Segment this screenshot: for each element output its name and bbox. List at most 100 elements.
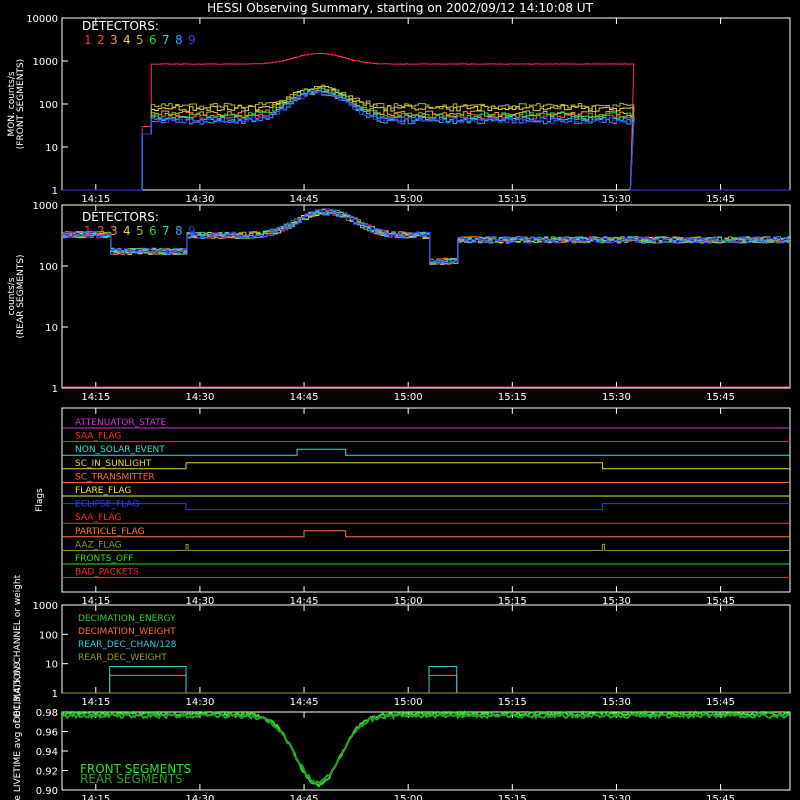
x-tick-label: 14:45 [290, 194, 319, 205]
x-tick-label: 15:30 [602, 194, 631, 205]
detector-9-front-line [62, 90, 790, 191]
x-tick-label: 14:15 [81, 392, 110, 403]
x-tick-label: 14:30 [186, 194, 215, 205]
legend-title: DETECTORS: [82, 210, 159, 224]
legend-detector-2: 2 [97, 224, 105, 238]
legend-detector-7: 7 [162, 33, 170, 47]
legend-detector-5: 5 [136, 33, 144, 47]
detector-5-front-line [62, 84, 790, 191]
y-axis-label-5: Mon. Rate LIVETIME avg of D1,3,4,5,6,9 [13, 661, 23, 800]
y-tick-label: 1 [52, 186, 58, 197]
flag-line-non-solar-event [62, 448, 790, 456]
x-tick-label: 14:30 [186, 794, 215, 800]
x-tick-label: 15:00 [394, 194, 423, 205]
flag-line-sc-in-sunlight [62, 462, 790, 470]
legend-detector-9: 9 [188, 33, 196, 47]
flag-line-eclipse-flag [62, 503, 790, 511]
y-tick-label: 0.96 [36, 728, 58, 739]
legend-detector-1: 1 [84, 224, 92, 238]
y-tick-label: 0.98 [36, 708, 58, 719]
y-tick-label: 1 [52, 689, 58, 700]
x-tick-label: 15:00 [394, 794, 423, 800]
legend-detector-8: 8 [175, 33, 183, 47]
y-tick-label: 1000 [33, 201, 58, 212]
y-tick-label: 1000 [33, 57, 58, 68]
x-tick-label: 15:15 [498, 392, 527, 403]
legend-detector-6: 6 [149, 33, 157, 47]
decimation-line-1 [62, 674, 790, 694]
x-tick-label: 15:00 [394, 392, 423, 403]
decimation-legend-1: DECIMATION_WEIGHT [78, 627, 176, 637]
y-tick-label: 10 [45, 143, 58, 154]
x-tick-label: 15:45 [706, 392, 735, 403]
flag-label: BAD_PACKETS [75, 568, 139, 578]
flag-label: SC_TRANSMITTER [75, 472, 155, 482]
y-axis-label-1-sub: (FRONT SEGMENTS) [16, 59, 26, 149]
decimation-legend-3: REAR_DEC_WEIGHT [78, 653, 167, 663]
legend-title: DETECTORS: [82, 19, 159, 33]
x-tick-label: 15:30 [602, 794, 631, 800]
legend-detector-4: 4 [123, 224, 131, 238]
x-tick-label: 14:30 [186, 392, 215, 403]
y-axis-label-3: Flags [35, 488, 45, 512]
legend-detector-8: 8 [175, 224, 183, 238]
x-tick-label: 15:45 [706, 194, 735, 205]
flag-line-particle-flag [62, 530, 790, 538]
x-tick-label: 15:45 [706, 794, 735, 800]
flag-label: FLARE_FLAG [75, 486, 131, 496]
decimation-line-2 [62, 666, 790, 694]
legend-detector-5: 5 [136, 224, 144, 238]
flag-label: SC_IN_SUNLIGHT [75, 459, 152, 469]
y-axis-label-2-sub: (REAR SEGMENTS) [16, 254, 26, 338]
legend-detector-2: 2 [97, 33, 105, 47]
x-tick-label: 14:30 [186, 697, 215, 708]
legend-detector-3: 3 [110, 33, 118, 47]
legend-detector-3: 3 [110, 224, 118, 238]
x-tick-label: 15:15 [498, 794, 527, 800]
decimation-legend-2: REAR_DEC_CHAN/128 [78, 640, 177, 650]
detector-4-front-line [62, 85, 790, 191]
flag-line-aaz-flag [62, 543, 790, 551]
y-tick-label: 10 [45, 323, 58, 334]
flag-label: PARTICLE_FLAG [75, 527, 145, 537]
flag-label: AAZ_FLAG [75, 540, 122, 550]
y-tick-label: 10000 [26, 14, 58, 25]
x-tick-label: 15:15 [498, 697, 527, 708]
flag-label: NON_SOLAR_EVENT [75, 445, 165, 455]
x-tick-label: 14:45 [290, 697, 319, 708]
legend-detector-4: 4 [123, 33, 131, 47]
x-tick-label: 15:45 [706, 697, 735, 708]
y-tick-label: 10 [45, 660, 58, 671]
legend-detector-7: 7 [162, 224, 170, 238]
hessi-summary-figure: 14:15 14:30 14:45 15:00 15:15 15:30 15:4511010… [7, 14, 791, 800]
detector-8-front-line [62, 90, 790, 191]
flag-label: ATTENUATOR_STATE [75, 418, 167, 428]
x-tick-label: 15:30 [602, 697, 631, 708]
flag-label: FRONTS_OFF [75, 554, 133, 564]
x-tick-label: 14:15 [81, 697, 110, 708]
x-tick-label: 14:15 [81, 194, 110, 205]
y-tick-label: 0.94 [36, 747, 58, 758]
y-tick-label: 0.92 [36, 767, 58, 778]
y-tick-label: 100 [39, 100, 58, 111]
decimation-legend-0: DECIMATION_ENERGY [78, 614, 176, 624]
flag-label: SAA_FLAG [75, 513, 121, 523]
flag-label: ECLIPSE_FLAG [75, 500, 139, 510]
x-tick-label: 14:45 [290, 392, 319, 403]
x-tick-label: 15:00 [394, 697, 423, 708]
detector-1-front-line [62, 53, 790, 191]
legend-detector-1: 1 [84, 33, 92, 47]
x-tick-label: 15:30 [602, 392, 631, 403]
x-tick-label: 14:15 [81, 794, 110, 800]
x-tick-label: 14:45 [290, 794, 319, 800]
y-tick-label: 1 [52, 384, 58, 395]
x-tick-label: 15:15 [498, 194, 527, 205]
y-tick-label: 100 [39, 262, 58, 273]
y-tick-label: 0.90 [36, 786, 58, 797]
y-tick-label: 1000 [33, 601, 58, 612]
legend-detector-9: 9 [188, 224, 196, 238]
y-tick-label: 100 [39, 630, 58, 641]
livetime-legend-1: REAR SEGMENTS [80, 772, 183, 786]
flag-label: SAA_FLAG [75, 432, 121, 442]
legend-detector-6: 6 [149, 224, 157, 238]
